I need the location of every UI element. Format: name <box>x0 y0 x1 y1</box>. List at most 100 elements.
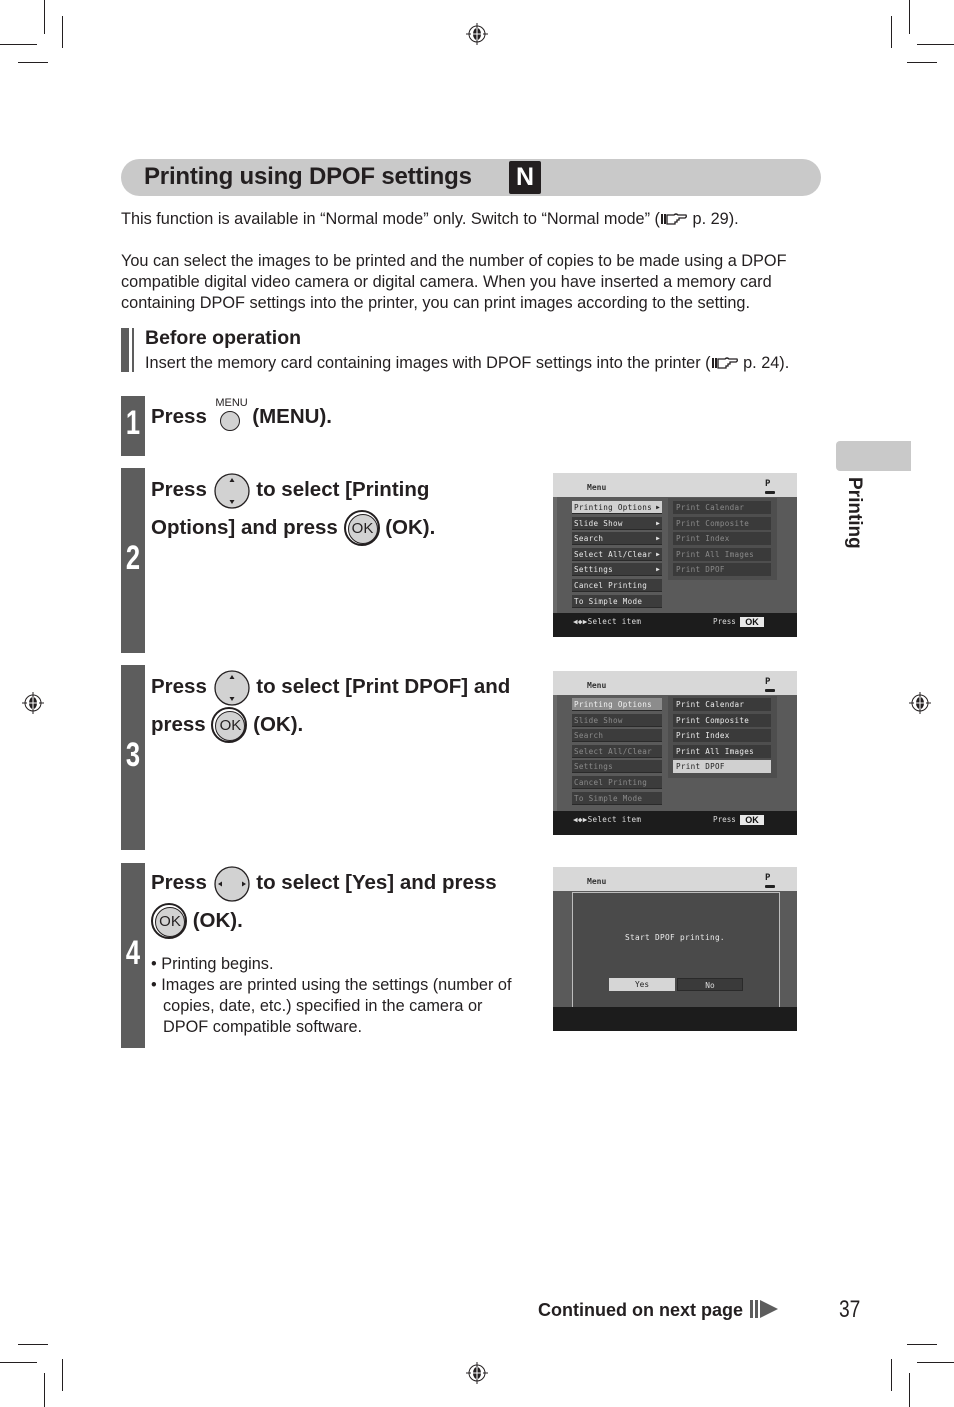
crop-mark <box>891 1359 892 1391</box>
submenu-item-print-dpof[interactable]: Print DPOF <box>673 563 771 576</box>
screen-title: Menu <box>587 681 607 690</box>
chapter-tab-label: Printing <box>844 477 865 549</box>
screen-title: Menu <box>587 877 607 886</box>
screen-title: Menu <box>587 483 607 492</box>
step-4-instruction: Press to select [Yes] and press OK (OK). <box>151 864 531 940</box>
menu-item-printing-options[interactable]: Printing Options ▶ <box>572 501 662 514</box>
submenu-item-print-composite[interactable]: Print Composite <box>673 714 771 727</box>
yes-button[interactable]: Yes <box>609 978 675 991</box>
menu-item-select-all-clear[interactable]: Select All/Clear <box>572 745 662 758</box>
printer-icon: P <box>765 873 771 883</box>
before-operation-heading: Before operation <box>145 327 302 349</box>
press-label: Press <box>713 617 736 626</box>
section-title: Printing using DPOF settings <box>144 163 472 190</box>
crop-mark <box>909 1373 910 1407</box>
availability-page-ref[interactable]: p. 29). <box>688 210 739 228</box>
crop-mark <box>18 62 48 63</box>
step-1-number: 1 <box>125 404 141 442</box>
registration-mark-icon <box>466 1362 488 1384</box>
select-item-hint: ◀◆▶Select item <box>573 815 642 824</box>
camera-screen-dpof-confirm: Menu P Start DPOF printing. Yes No <box>553 867 797 1031</box>
printer-icon: P <box>765 479 771 489</box>
before-operation-sentence: Insert the memory card containing images… <box>145 354 711 372</box>
step-4-number: 4 <box>125 934 141 972</box>
step-text: Options] and press <box>151 515 338 539</box>
ok-button-icon: OK <box>211 707 248 744</box>
submenu-item-print-all-images[interactable]: Print All Images <box>673 745 771 758</box>
crop-mark <box>917 1362 954 1363</box>
menu-item-settings[interactable]: Settings <box>572 760 662 773</box>
step-press-label: Press <box>151 478 207 501</box>
step-text: to select [Yes] and press <box>256 871 497 894</box>
no-button[interactable]: No <box>677 978 743 991</box>
dpad-arrows-icon: ◀◆▶ <box>573 617 588 626</box>
submenu-item-print-index[interactable]: Print Index <box>673 729 771 742</box>
continued-note: Continued on next page <box>538 1299 780 1321</box>
registration-mark-icon <box>909 692 931 714</box>
menu-item-cancel-printing[interactable]: Cancel Printing <box>572 579 662 592</box>
submenu-item-print-dpof[interactable]: Print DPOF <box>673 760 771 773</box>
step-2-instruction: Press to select [Printing Options] and p… <box>151 471 531 547</box>
menu-item-slide-show[interactable]: Slide Show ▶ <box>572 517 662 530</box>
submenu-item-print-calendar[interactable]: Print Calendar <box>673 501 771 514</box>
camera-screen-print-options: Menu P Printing Options Slide Show Searc… <box>553 671 797 835</box>
step-suffix: (OK). <box>192 908 243 932</box>
crop-mark <box>0 1362 37 1363</box>
confirm-dialog <box>572 892 780 1008</box>
crop-mark <box>907 62 937 63</box>
submenu-item-print-calendar[interactable]: Print Calendar <box>673 698 771 711</box>
before-operation-marker <box>121 328 129 372</box>
menu-item-slide-show[interactable]: Slide Show <box>572 714 662 727</box>
up-down-dpad-icon <box>213 472 250 509</box>
menu-item-settings[interactable]: Settings ▶ <box>572 563 662 576</box>
step-4-notes: • Printing begins. • Images are printed … <box>151 954 521 1038</box>
screen-footer <box>553 1007 797 1031</box>
menu-item-to-simple-mode[interactable]: To Simple Mode <box>572 595 662 608</box>
step-3-number: 3 <box>125 736 141 774</box>
before-operation-page-ref[interactable]: p. 24). <box>739 354 789 372</box>
page-number: 37 <box>839 1296 861 1323</box>
registration-mark-icon <box>466 23 488 45</box>
select-item-hint: ◀◆▶Select item <box>573 617 642 626</box>
up-down-dpad-icon <box>213 669 250 706</box>
submenu-item-print-composite[interactable]: Print Composite <box>673 517 771 530</box>
printer-icon: P <box>765 677 771 687</box>
menu-item-printing-options[interactable]: Printing Options <box>572 698 662 711</box>
menu-item-select-all-clear[interactable]: Select All/Clear ▶ <box>572 548 662 561</box>
note-bullet: • Images are printed using the settings … <box>151 976 512 1036</box>
submenu-item-print-index[interactable]: Print Index <box>673 532 771 545</box>
crop-mark <box>62 1359 63 1391</box>
submenu-item-print-all-images[interactable]: Print All Images <box>673 548 771 561</box>
availability-text: This function is available in “Normal mo… <box>121 210 660 228</box>
menu-item-cancel-printing[interactable]: Cancel Printing <box>572 776 662 789</box>
step-suffix: (OK). <box>253 712 304 736</box>
chapter-tab <box>836 441 911 471</box>
dpad-arrows-icon: ◀◆▶ <box>573 815 588 824</box>
intro-description: You can select the images to be printed … <box>121 252 787 312</box>
left-right-dpad-icon <box>213 865 250 902</box>
crop-mark <box>18 1344 48 1345</box>
crop-mark <box>44 0 45 34</box>
step-text: to select [Print DPOF] and <box>256 675 511 698</box>
registration-mark-icon <box>22 692 44 714</box>
menu-item-search[interactable]: Search <box>572 729 662 742</box>
step-text: press <box>151 712 206 736</box>
step-2-number: 2 <box>125 539 141 577</box>
screen-edge <box>553 695 557 811</box>
reference-hand-icon <box>711 357 738 369</box>
ok-button-icon: OK <box>343 510 380 547</box>
press-label: Press <box>713 815 736 824</box>
printer-icon <box>765 689 775 692</box>
crop-mark <box>917 44 954 45</box>
step-press-label: Press <box>151 405 207 428</box>
menu-item-to-simple-mode[interactable]: To Simple Mode <box>572 792 662 805</box>
step-1-instruction: Press MENU (MENU). <box>151 397 332 435</box>
step-press-label: Press <box>151 675 207 698</box>
before-operation-text: Insert the memory card containing images… <box>145 354 789 373</box>
step-suffix: (OK). <box>385 515 436 539</box>
step-press-label: Press <box>151 871 207 894</box>
normal-mode-badge: N <box>509 161 541 194</box>
crop-mark <box>62 16 63 48</box>
menu-item-search[interactable]: Search ▶ <box>572 532 662 545</box>
note-bullet: • Printing begins. <box>151 955 274 973</box>
